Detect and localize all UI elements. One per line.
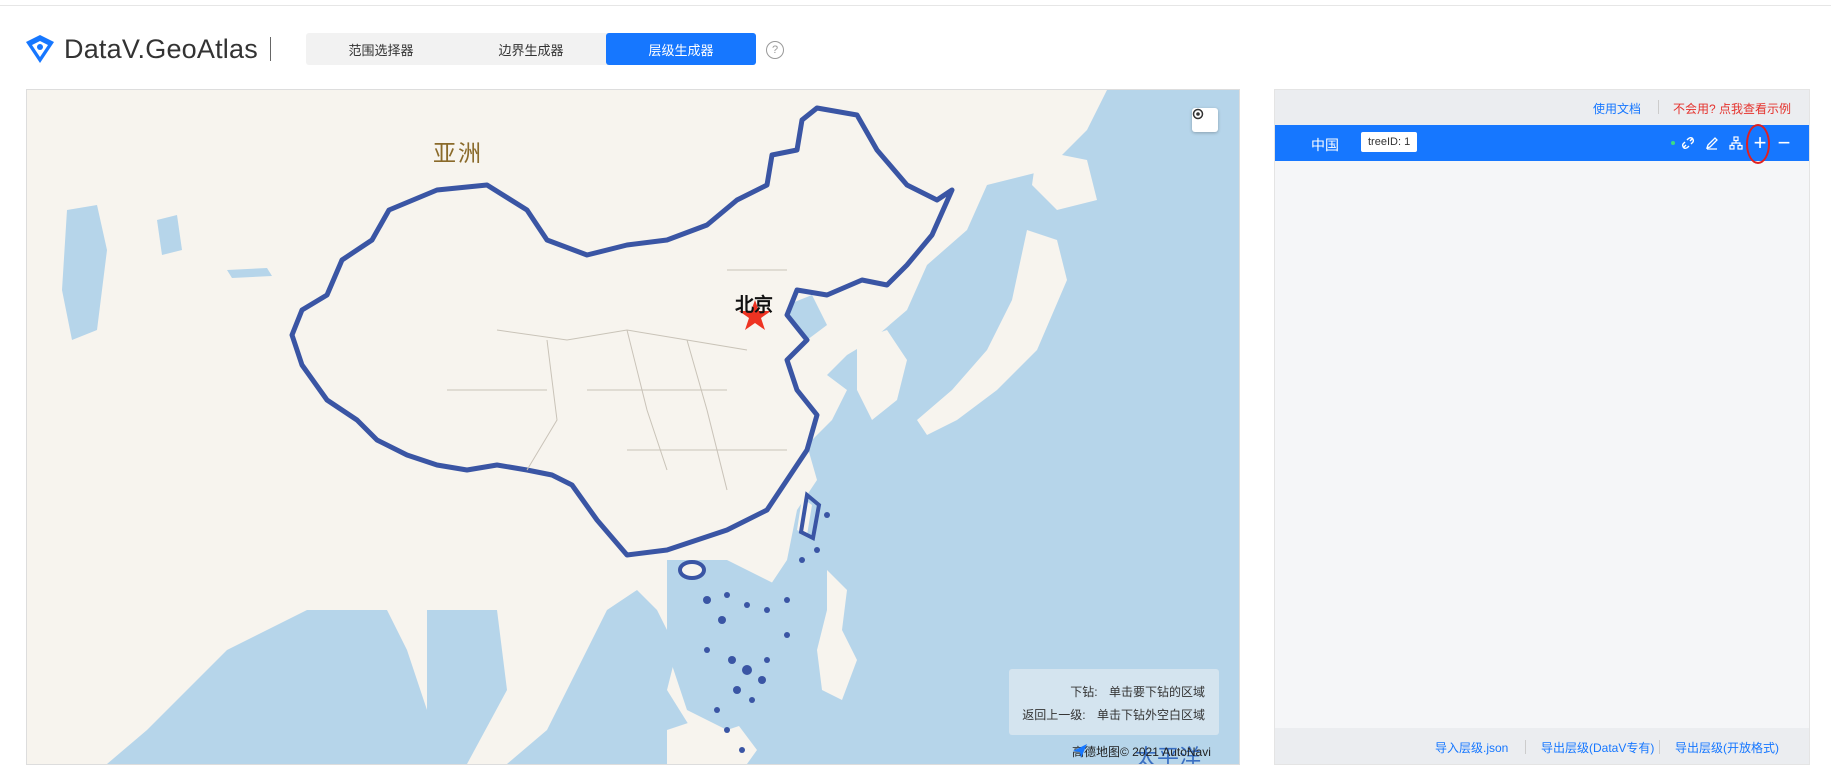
datav-logo-icon — [26, 35, 54, 63]
map-hint-box: 下钻: 单击要下钻的区域 返回上一级: 单击下钻外空白区域 — [1009, 669, 1219, 735]
example-link[interactable]: 不会用? 点我查看示例 — [1673, 100, 1791, 117]
unlink-icon — [1681, 136, 1695, 150]
tab-hierarchy-generator[interactable]: 层级生成器 — [606, 33, 756, 65]
footer-divider-2 — [1659, 740, 1660, 754]
export-open-button[interactable]: 导出层级(开放格式) — [1675, 739, 1779, 756]
map-canvas[interactable]: 亚洲 北京 太平洋 下钻: 单击要下钻的区域 返回上一级: 单击下钻外空白区域 … — [26, 89, 1240, 765]
hint-go-back: 返回上一级: 单击下钻外空白区域 — [1022, 708, 1205, 722]
export-datav-button[interactable]: 导出层级(DataV专有) — [1541, 739, 1654, 756]
logo[interactable]: DataV.GeoAtlas — [24, 32, 271, 66]
brand-name: DataV.GeoAtlas — [64, 33, 258, 64]
hierarchy-icon — [1729, 136, 1743, 150]
edit-icon — [1705, 137, 1718, 150]
hainan-island — [678, 560, 706, 580]
brand-divider — [269, 37, 271, 61]
status-dot — [1671, 141, 1675, 145]
japan-land — [917, 230, 1067, 435]
capital-label: 北京 — [735, 295, 774, 316]
continent-label: 亚洲 — [433, 140, 483, 166]
hierarchy-button[interactable] — [1727, 133, 1745, 153]
amap-logo-icon — [1073, 744, 1087, 758]
map-attribution[interactable]: 高德地图© 2021 AutoNavi — [1072, 743, 1211, 760]
footer-divider-1 — [1525, 740, 1526, 754]
tab-range-selector[interactable]: 范围选择器 — [306, 33, 456, 65]
header-divider — [1658, 100, 1659, 114]
tree-node-row[interactable]: 中国 treeID: 1 + − — [1275, 124, 1809, 164]
korea-land — [857, 330, 907, 420]
philippines-land — [817, 570, 857, 700]
panel-footer: 导入层级.json 导出层级(DataV专有) 导出层级(开放格式) — [1275, 728, 1809, 764]
add-child-button[interactable]: + — [1746, 124, 1770, 164]
tree-node-actions: + − — [1679, 124, 1799, 164]
highlight-ring — [1746, 124, 1770, 164]
help-icon[interactable]: ? — [766, 41, 784, 59]
edit-button[interactable] — [1703, 133, 1721, 153]
docs-link[interactable]: 使用文档 — [1593, 100, 1641, 117]
hint-drilldown: 下钻: 单击要下钻的区域 — [1070, 685, 1205, 699]
locate-button[interactable] — [1192, 108, 1218, 132]
tool-tabs: 范围选择器 边界生成器 层级生成器 — [306, 33, 756, 65]
south-china-sea — [667, 560, 807, 730]
remove-icon: − — [1777, 130, 1791, 155]
remove-node-button[interactable]: − — [1775, 130, 1793, 155]
unlink-button[interactable] — [1679, 133, 1697, 153]
map-svg — [27, 90, 1107, 764]
tree-node-name: 中国 — [1311, 137, 1339, 153]
import-hierarchy-button[interactable]: 导入层级.json — [1435, 739, 1508, 756]
tab-boundary-generator[interactable]: 边界生成器 — [456, 33, 606, 65]
locate-icon — [1192, 108, 1204, 120]
hierarchy-panel: 使用文档 不会用? 点我查看示例 中国 treeID: 1 + − 导入层级.j… — [1274, 89, 1810, 765]
hokkaido-land — [1032, 150, 1097, 210]
top-divider — [0, 5, 1831, 6]
panel-header: 使用文档 不会用? 点我查看示例 — [1275, 90, 1809, 125]
tree-id-badge: treeID: 1 — [1361, 132, 1418, 152]
